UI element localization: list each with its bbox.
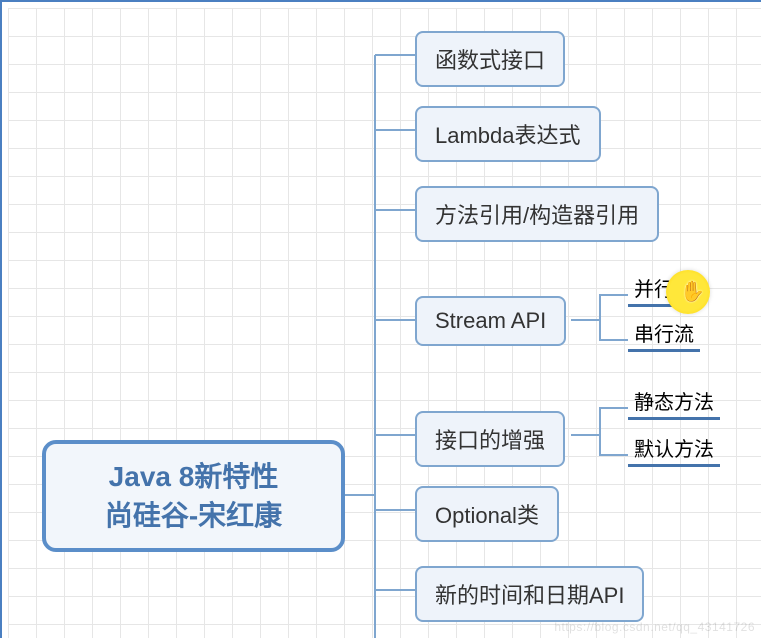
cursor-hand-icon: ✋ [680,279,705,304]
leaf-static-method[interactable]: 静态方法 [628,386,720,420]
root-line1: Java 8新特性 [109,457,279,496]
root-node[interactable]: Java 8新特性 尚硅谷-宋红康 [42,440,345,552]
root-line2: 尚硅谷-宋红康 [105,496,282,535]
node-optional[interactable]: Optional类 [415,486,559,542]
node-method-reference[interactable]: 方法引用/构造器引用 [415,186,659,242]
node-datetime-api[interactable]: 新的时间和日期API [415,566,644,622]
node-lambda[interactable]: Lambda表达式 [415,106,601,162]
node-stream-api[interactable]: Stream API [415,296,566,346]
leaf-sequential-stream[interactable]: 串行流 [628,318,700,352]
watermark: https://blog.csdn.net/qq_43141726 [554,620,755,634]
mindmap-canvas[interactable]: Java 8新特性 尚硅谷-宋红康 函数式接口 Lambda表达式 方法引用/构… [0,0,761,638]
node-interface-enhance[interactable]: 接口的增强 [415,411,565,467]
node-functional-interface[interactable]: 函数式接口 [415,31,565,87]
leaf-default-method[interactable]: 默认方法 [628,433,720,467]
